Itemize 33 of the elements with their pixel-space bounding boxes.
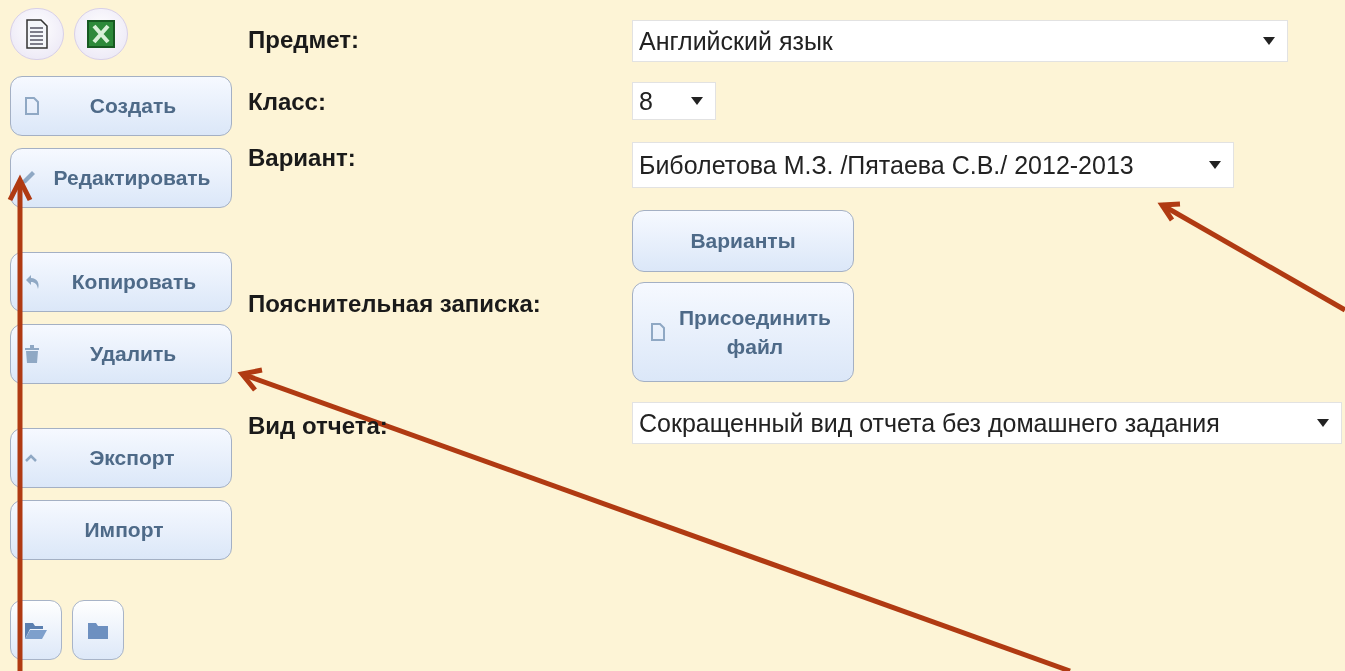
spreadsheet-button[interactable] [74,8,128,60]
caret-down-icon [1317,419,1329,427]
variants-button[interactable]: Варианты [632,210,854,272]
folder-button[interactable] [72,600,124,660]
sidebar-button[interactable]: Экспорт [10,428,232,488]
sidebar-button[interactable]: Удалить [10,324,232,384]
report-type-select[interactable]: Сокращенный вид отчета без домашнего задания [632,402,1342,444]
grade-select[interactable]: 8 [632,82,716,120]
document-button[interactable] [10,8,64,60]
open-folder-icon [24,620,48,640]
field-label: Предмет: [248,25,361,55]
sidebar-button[interactable]: Копировать [10,252,232,312]
sidebar-button[interactable]: Редактировать [10,148,232,208]
folder-icon [87,620,109,640]
field-label: Класс: [248,87,327,117]
sidebar-button[interactable]: Импорт [10,500,232,560]
subject-select[interactable]: Английский язык [632,20,1288,62]
undo-icon [25,274,41,290]
attach-file-button[interactable]: Присоединить файл [632,282,854,382]
variant-select[interactable]: Биболетова М.З. /Пятаева С.В./ 2012-2013 [632,142,1234,188]
document-icon [26,19,48,49]
field-label: Вариант: [248,143,357,173]
document-icon [25,97,39,115]
caret-up-icon [25,454,37,462]
document-icon [651,323,665,341]
trash-icon [25,345,39,363]
sidebar-button[interactable]: Создать [10,76,232,136]
field-label: Вид отчета: [248,411,389,441]
caret-down-icon [1209,161,1221,169]
spreadsheet-icon [87,20,115,48]
caret-down-icon [1263,37,1275,45]
caret-down-icon [691,97,703,105]
field-label: Пояснительная записка: [248,289,542,319]
